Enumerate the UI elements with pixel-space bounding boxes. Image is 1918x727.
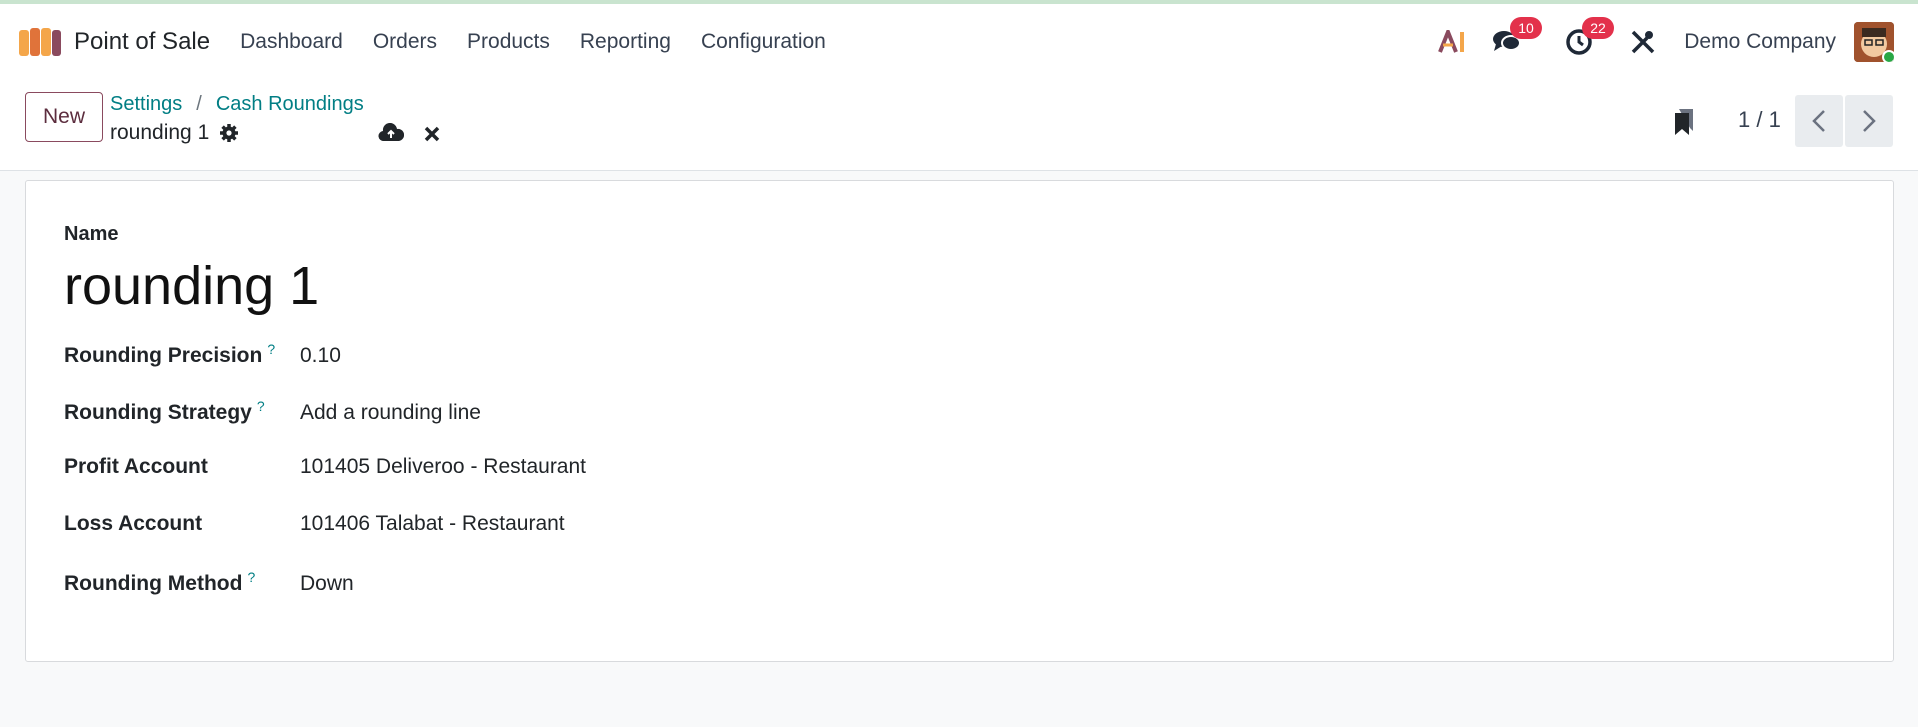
main-menu: Dashboard Orders Products Reporting Conf… <box>240 30 856 54</box>
form-sheet: Name rounding 1 Rounding Precision? 0.10… <box>25 180 1894 662</box>
record-title-text: rounding 1 <box>110 121 210 144</box>
field-rounding-method: Rounding Method? Down <box>64 569 354 596</box>
menu-products[interactable]: Products <box>467 30 550 54</box>
field-label: Rounding Strategy <box>64 401 252 424</box>
user-avatar[interactable] <box>1854 21 1894 62</box>
menu-dashboard[interactable]: Dashboard <box>240 30 343 54</box>
bookmark-icon[interactable] <box>1672 107 1696 137</box>
ai-icon[interactable] <box>1436 25 1470 59</box>
field-rounding-precision: Rounding Precision? 0.10 <box>64 341 341 368</box>
close-icon[interactable] <box>424 126 440 142</box>
navbar: Point of Sale Dashboard Orders Products … <box>0 4 1918 79</box>
profit-account-input[interactable]: 101405 Deliveroo - Restaurant <box>300 455 586 479</box>
menu-orders[interactable]: Orders <box>373 30 437 54</box>
help-tooltip-icon[interactable]: ? <box>247 569 255 585</box>
help-tooltip-icon[interactable]: ? <box>267 341 275 357</box>
chevron-right-icon <box>1863 110 1876 132</box>
gear-icon[interactable] <box>219 123 239 143</box>
breadcrumb-separator: / <box>196 93 202 115</box>
breadcrumb-cash-roundings[interactable]: Cash Roundings <box>216 93 364 116</box>
messages-badge: 10 <box>1510 16 1542 39</box>
record-title: rounding 1 <box>110 121 239 145</box>
name-field[interactable]: rounding 1 <box>64 255 319 317</box>
company-switcher[interactable]: Demo Company <box>1684 30 1836 54</box>
field-label: Loss Account <box>64 512 203 535</box>
pager-next-button[interactable] <box>1845 95 1893 147</box>
breadcrumb-settings[interactable]: Settings <box>110 93 182 116</box>
rounding-method-select[interactable]: Down <box>300 572 354 596</box>
clock-icon[interactable]: 22 <box>1562 16 1614 59</box>
online-status-dot <box>1882 49 1894 62</box>
field-loss-account: Loss Account 101406 Talabat - Restaurant <box>64 512 565 536</box>
control-panel: New Settings / Cash Roundings rounding 1… <box>0 79 1918 171</box>
rounding-strategy-select[interactable]: Add a rounding line <box>300 401 481 425</box>
field-label: Rounding Precision <box>64 344 263 367</box>
breadcrumb: Settings / Cash Roundings <box>110 93 364 116</box>
pager-previous-button[interactable] <box>1795 95 1843 147</box>
tools-icon[interactable] <box>1626 25 1660 59</box>
app-logo-icon[interactable] <box>18 25 62 59</box>
menu-configuration[interactable]: Configuration <box>701 30 826 54</box>
rounding-precision-input[interactable]: 0.10 <box>300 344 341 368</box>
pager-value[interactable]: 1 / 1 <box>1738 107 1781 133</box>
name-label: Name <box>64 223 119 245</box>
menu-reporting[interactable]: Reporting <box>580 30 671 54</box>
activities-badge: 22 <box>1582 16 1614 39</box>
field-label: Rounding Method <box>64 572 243 595</box>
loss-account-input[interactable]: 101406 Talabat - Restaurant <box>300 512 565 536</box>
field-profit-account: Profit Account 101405 Deliveroo - Restau… <box>64 455 586 479</box>
app-name[interactable]: Point of Sale <box>74 28 210 56</box>
chat-icon[interactable]: 10 <box>1490 16 1542 59</box>
new-button[interactable]: New <box>25 92 103 142</box>
chevron-left-icon <box>1812 110 1825 132</box>
help-tooltip-icon[interactable]: ? <box>257 398 265 414</box>
navbar-systray: 10 22 Demo Company <box>1436 4 1918 79</box>
cloud-upload-icon[interactable] <box>378 123 404 143</box>
field-rounding-strategy: Rounding Strategy? Add a rounding line <box>64 398 481 425</box>
field-label: Profit Account <box>64 455 208 478</box>
